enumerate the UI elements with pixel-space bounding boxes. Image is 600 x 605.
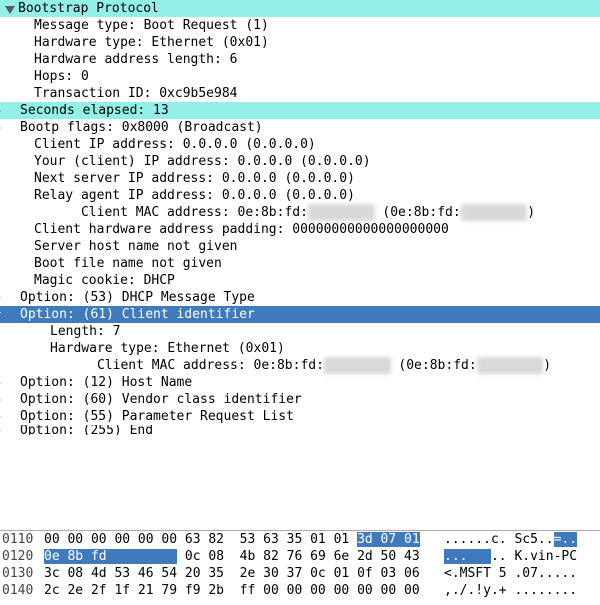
redacted-mac: xxxxxxxx [308,204,375,221]
triangle-down-icon [4,3,16,15]
spacer-icon [4,326,16,338]
field-client-mac[interactable]: Client MAC address: 0e:8b:fd:xxxxxxxx (0… [0,204,600,221]
field-hw-addr-length[interactable]: Hardware address length: 6 [0,51,600,68]
spacer-icon [4,37,16,49]
field-message-type[interactable]: Message type: Boot Request (1) [0,17,600,34]
hex-offset: 0140 [2,582,44,599]
hex-dump-pane[interactable]: 0110 00 00 00 00 00 00 63 82 53 63 35 01… [0,530,600,605]
hex-offset: 0120 [2,548,44,565]
field-seconds-elapsed[interactable]: Seconds elapsed: 13 [0,102,600,119]
hex-row[interactable]: 0130 3c 08 4d 53 46 54 20 35 2e 30 37 0c… [0,565,600,582]
spacer-icon [4,71,16,83]
field-next-server-ip[interactable]: Next server IP address: 0.0.0.0 (0.0.0.0… [0,170,600,187]
hex-row[interactable]: 0110 00 00 00 00 00 00 63 82 53 63 35 01… [0,531,600,548]
spacer-icon [4,275,16,287]
field-hops[interactable]: Hops: 0 [0,68,600,85]
hex-offset: 0110 [2,531,44,548]
spacer-icon [4,54,16,66]
option-61-mac[interactable]: Client MAC address: 0e:8b:fd:xxxxxxxx (0… [0,357,600,374]
triangle-down-icon [0,309,2,321]
spacer-icon [4,207,16,219]
triangle-right-icon [0,292,2,304]
spacer-icon [4,190,16,202]
triangle-right-icon [0,122,2,134]
field-bootp-flags[interactable]: Bootp flags: 0x8000 (Broadcast) [0,119,600,136]
hex-offset: 0130 [2,565,44,582]
hex-row[interactable]: 0120 0e 8b fd 0c 08 4b 82 76 69 6e 2d 50… [0,548,600,565]
option-61-length[interactable]: Length: 7 [0,323,600,340]
triangle-right-icon [0,425,2,435]
redacted-mac: xxxxxxxx [477,357,544,374]
field-your-ip[interactable]: Your (client) IP address: 0.0.0.0 (0.0.0… [0,153,600,170]
spacer-icon [4,139,16,151]
spacer-icon [4,224,16,236]
option-53[interactable]: Option: (53) DHCP Message Type [0,289,600,306]
spacer-icon [4,20,16,32]
hex-highlight: 3d 07 01 [357,532,420,547]
spacer-icon [4,241,16,253]
field-hardware-type[interactable]: Hardware type: Ethernet (0x01) [0,34,600,51]
spacer-icon [4,173,16,185]
option-61[interactable]: Option: (61) Client identifier [0,306,600,323]
hex-row[interactable]: 0140 2c 2e 2f 1f 21 79 f9 2b ff 00 00 00… [0,582,600,599]
option-55[interactable]: Option: (55) Parameter Request List [0,408,600,425]
spacer-icon [4,88,16,100]
protocol-header-row[interactable]: Bootstrap Protocol [0,0,600,17]
field-boot-file[interactable]: Boot file name not given [0,255,600,272]
field-transaction-id[interactable]: Transaction ID: 0xc9b5e984 [0,85,600,102]
redacted-mac: xxxxxxxx [461,204,528,221]
ascii-highlight: =.. [554,532,577,547]
option-255[interactable]: Option: (255) End [0,425,600,435]
triangle-right-icon [0,105,2,117]
spacer-icon [4,343,16,355]
triangle-right-icon [0,394,2,406]
protocol-header-label: Bootstrap Protocol [18,0,159,17]
triangle-right-icon [0,411,2,423]
field-server-hostname[interactable]: Server host name not given [0,238,600,255]
ascii-highlight: ... [444,549,491,564]
hex-highlight: 0e 8b fd [44,549,177,564]
spacer-icon [4,156,16,168]
spacer-icon [4,258,16,270]
field-client-ip[interactable]: Client IP address: 0.0.0.0 (0.0.0.0) [0,136,600,153]
triangle-right-icon [0,377,2,389]
redacted-mac: xxxxxxxx [324,357,391,374]
spacer-icon [4,360,16,372]
field-magic-cookie[interactable]: Magic cookie: DHCP [0,272,600,289]
option-60[interactable]: Option: (60) Vendor class identifier [0,391,600,408]
